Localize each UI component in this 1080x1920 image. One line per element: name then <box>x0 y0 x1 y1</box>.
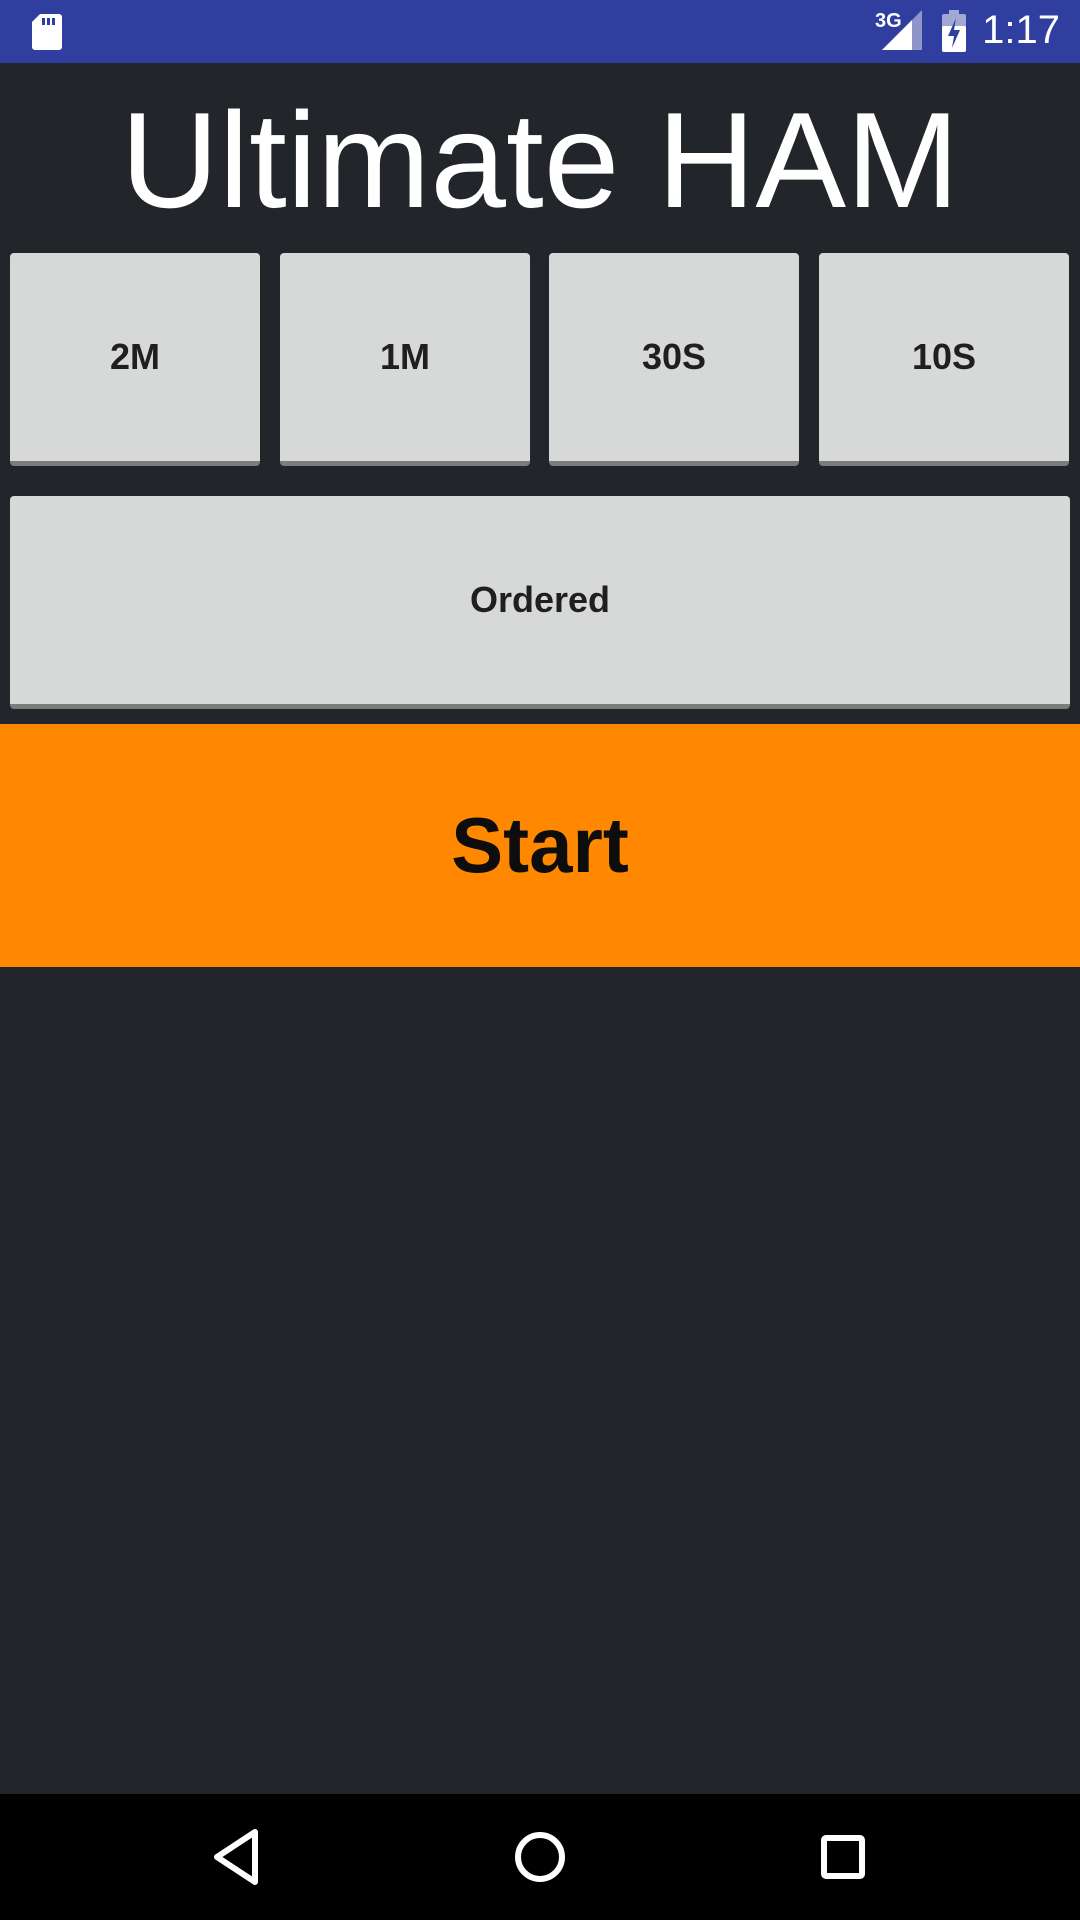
status-bar: 3G 1:17 <box>0 0 1080 63</box>
start-button[interactable]: Start <box>0 724 1080 967</box>
battery-charging-icon <box>942 10 966 52</box>
order-mode-button[interactable]: Ordered <box>10 496 1070 709</box>
navigation-bar <box>0 1794 1080 1920</box>
app-screen: 3G 1:17 Ultimate HAM 2M 1M 30S 10S Order… <box>0 0 1080 1920</box>
sd-card-icon <box>32 14 62 50</box>
duration-button-2m[interactable]: 2M <box>10 253 260 466</box>
duration-button-10s[interactable]: 10S <box>819 253 1069 466</box>
recents-icon[interactable] <box>810 1824 876 1890</box>
clock: 1:17 <box>982 8 1060 52</box>
duration-button-1m[interactable]: 1M <box>280 253 530 466</box>
signal-icon <box>882 10 922 50</box>
home-icon[interactable] <box>507 1824 573 1890</box>
duration-button-30s[interactable]: 30S <box>549 253 799 466</box>
app-title: Ultimate HAM <box>120 84 960 236</box>
back-icon[interactable] <box>203 1824 269 1890</box>
